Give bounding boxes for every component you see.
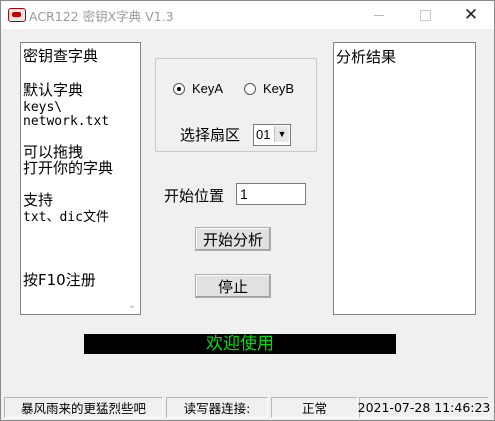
start-analysis-button[interactable]: 开始分析	[195, 227, 271, 251]
key-b-label: KeyB	[263, 81, 295, 96]
status-bar: 暴风雨来的更猛烈些吧 读写器连接: 正常 2021-07-28 11:46:23	[1, 397, 494, 420]
key-group: KeyA KeyB 选择扇区 01 ▼	[155, 58, 317, 152]
radio-icon	[244, 82, 256, 95]
title-bar: ACR122 密钥X字典 V1.3 ✕	[1, 1, 494, 29]
key-a-radio[interactable]: KeyA	[173, 81, 223, 96]
dictionary-line: txt、dic文件	[23, 210, 109, 225]
status-datetime: 2021-07-28 11:46:23	[358, 397, 490, 418]
dictionary-line: 密钥查字典	[23, 47, 99, 65]
result-title: 分析结果	[336, 48, 397, 66]
sector-value: 01	[256, 127, 271, 142]
sector-select[interactable]: 01 ▼	[253, 124, 291, 146]
status-reader-label: 读写器连接:	[166, 397, 268, 418]
sector-label: 选择扇区	[180, 126, 241, 144]
dictionary-line: keys\	[23, 100, 63, 115]
close-icon: ✕	[463, 5, 479, 25]
dictionary-line: network.txt	[23, 114, 110, 129]
start-position-label: 开始位置	[164, 187, 225, 205]
main-window: ACR122 密钥X字典 V1.3 ✕ 密钥查字典 默认字典 keys\ net…	[0, 0, 495, 421]
stop-button[interactable]: 停止	[195, 274, 271, 298]
start-position-input[interactable]: 1	[236, 183, 306, 205]
minimize-button[interactable]	[356, 1, 402, 29]
card-reader-icon	[8, 8, 26, 22]
result-box[interactable]: 分析结果	[333, 42, 476, 315]
status-reader-state: 正常	[271, 397, 358, 418]
scroll-down-icon[interactable]: ⌄	[126, 300, 138, 312]
window-title: ACR122 密钥X字典 V1.3	[29, 9, 174, 24]
dictionary-line: 默认字典	[23, 81, 84, 99]
chevron-down-icon[interactable]: ▼	[274, 126, 289, 142]
dictionary-list[interactable]: 密钥查字典 默认字典 keys\ network.txt 可以拖拽 打开你的字典…	[20, 42, 141, 315]
maximize-button[interactable]	[402, 1, 448, 29]
key-a-label: KeyA	[192, 81, 224, 96]
welcome-marquee: 欢迎使用	[84, 334, 396, 354]
minimize-icon	[374, 14, 384, 16]
status-slogan: 暴风雨来的更猛烈些吧	[4, 397, 163, 418]
close-button[interactable]: ✕	[448, 1, 494, 29]
radio-selected-icon	[173, 82, 185, 95]
maximize-icon	[419, 9, 431, 21]
key-b-radio[interactable]: KeyB	[244, 81, 294, 96]
dictionary-line: 按F10注册	[23, 271, 96, 289]
dictionary-line: 打开你的字典	[23, 159, 114, 177]
